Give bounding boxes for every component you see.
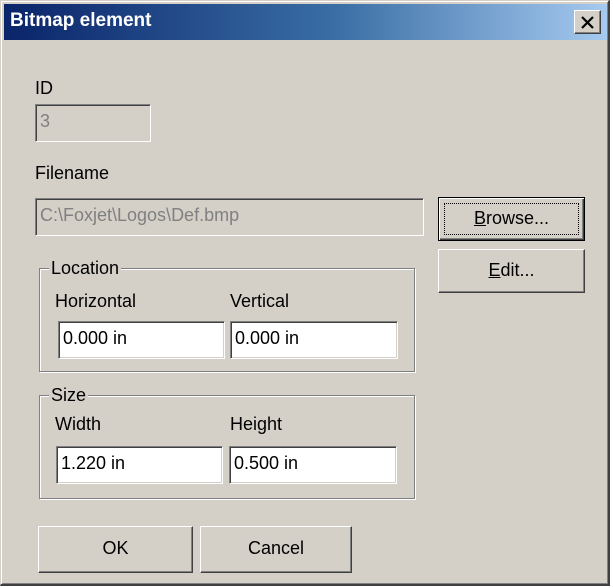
id-field[interactable]: 3 xyxy=(35,104,151,142)
location-group-label: Location xyxy=(49,258,122,279)
close-icon xyxy=(581,16,594,29)
horizontal-label: Horizontal xyxy=(55,291,137,311)
vertical-label: Vertical xyxy=(230,291,290,311)
height-input[interactable]: 0.500 in xyxy=(229,446,397,484)
title-bar[interactable]: Bitmap element xyxy=(4,4,607,40)
size-group-label: Size xyxy=(49,385,89,406)
horizontal-input[interactable]: 0.000 in xyxy=(58,321,225,359)
ok-button[interactable]: OK xyxy=(38,526,193,573)
edit-button[interactable]: Edit... xyxy=(438,249,585,293)
browse-button[interactable]: Browse... xyxy=(438,197,585,241)
close-button[interactable] xyxy=(574,10,601,34)
id-label: ID xyxy=(35,78,53,98)
width-input[interactable]: 1.220 in xyxy=(56,446,223,484)
vertical-input[interactable]: 0.000 in xyxy=(230,321,398,359)
window-title: Bitmap element xyxy=(10,10,152,31)
filename-field[interactable]: C:\Foxjet\Logos\Def.bmp xyxy=(35,198,424,236)
filename-label: Filename xyxy=(35,163,110,183)
height-label: Height xyxy=(230,414,283,434)
bitmap-element-dialog: Bitmap element ID 3 Filename C:\Foxjet\L… xyxy=(0,0,610,586)
cancel-button[interactable]: Cancel xyxy=(200,526,352,573)
width-label: Width xyxy=(55,414,102,434)
